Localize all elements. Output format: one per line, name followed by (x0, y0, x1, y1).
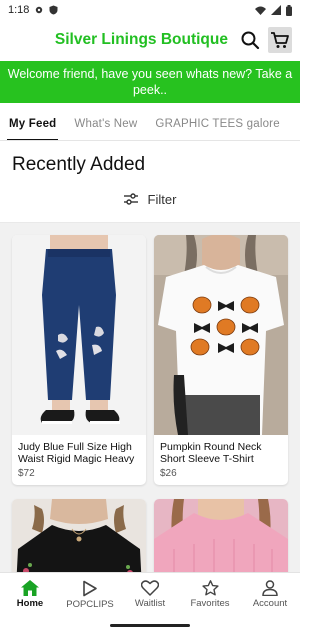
product-card-jeans[interactable]: Judy Blue Full Size High Waist Rigid Mag… (12, 235, 146, 485)
nav-account[interactable]: Account (240, 573, 300, 616)
product-title[interactable]: Pumpkin Round Neck Short Sleeve T-Shirt (154, 435, 288, 465)
nav-home-label: Home (16, 598, 44, 609)
shield-icon (49, 5, 58, 15)
nav-waitlist[interactable]: Waitlist (120, 573, 180, 616)
product-title[interactable]: Judy Blue Full Size High Waist Rigid Mag… (12, 435, 146, 465)
nav-popclips-label: POPCLIPS (66, 598, 114, 610)
nav-waitlist-label: Waitlist (134, 598, 166, 609)
section-title: Recently Added (12, 154, 146, 175)
nav-account-label: Account (252, 598, 288, 609)
status-bar: 1:18 (0, 0, 300, 20)
heart-icon (141, 580, 159, 596)
app-header: Silver Linings Boutique (0, 20, 300, 60)
product-card-pumpkin-tee[interactable]: Pumpkin Round Neck Short Sleeve T-Shirt … (154, 235, 288, 485)
home-indicator[interactable] (110, 624, 190, 627)
product-image-pink-sweater[interactable] (154, 499, 288, 572)
nav-favorites-label: Favorites (190, 598, 230, 609)
play-icon (83, 580, 97, 596)
promo-banner[interactable]: Welcome friend, have you seen whats new?… (0, 61, 300, 103)
product-image-jeans[interactable] (12, 235, 146, 435)
cart-icon (271, 32, 289, 48)
battery-icon (286, 4, 292, 16)
tab-whats-new[interactable]: What's New (65, 107, 146, 140)
home-icon (21, 580, 39, 596)
black-top-photo (12, 499, 146, 572)
filter-icon (123, 193, 138, 205)
brand-title[interactable]: Silver Linings Boutique (10, 31, 238, 49)
tab-graphic-tees[interactable]: GRAPHIC TEES galore (146, 107, 288, 140)
nav-favorites[interactable]: Favorites (180, 573, 240, 616)
product-price: $26 (160, 468, 177, 479)
settings-icon (36, 6, 43, 14)
filter-label: Filter (147, 191, 177, 207)
status-time: 1:18 (8, 4, 30, 16)
wifi-icon (255, 6, 266, 15)
cart-button[interactable] (268, 27, 292, 53)
pink-sweater-photo (154, 499, 288, 572)
search-button[interactable] (238, 28, 262, 52)
product-card-pink-sweater[interactable] (154, 499, 288, 572)
nav-popclips[interactable]: POPCLIPS (60, 573, 120, 616)
star-icon (201, 580, 219, 596)
product-card-black-top[interactable] (12, 499, 146, 572)
product-image-black-top[interactable] (12, 499, 146, 572)
nav-home[interactable]: Home (0, 573, 60, 616)
product-price: $72 (18, 468, 35, 479)
status-left: 1:18 (8, 4, 58, 16)
product-grid: Judy Blue Full Size High Waist Rigid Mag… (0, 222, 300, 572)
person-icon (262, 580, 278, 596)
jeans-photo (12, 235, 146, 435)
search-icon (241, 31, 260, 50)
feed-tabs: My Feed What's New GRAPHIC TEES galore (0, 107, 300, 141)
tab-my-feed[interactable]: My Feed (0, 107, 65, 140)
pumpkin-tee-photo (154, 235, 288, 435)
signal-icon (271, 5, 281, 15)
bottom-nav: Home POPCLIPS Waitlist Favorites Account (0, 572, 300, 616)
product-image-pumpkin-tee[interactable] (154, 235, 288, 435)
filter-button[interactable]: Filter (0, 188, 300, 210)
status-right (255, 4, 292, 16)
